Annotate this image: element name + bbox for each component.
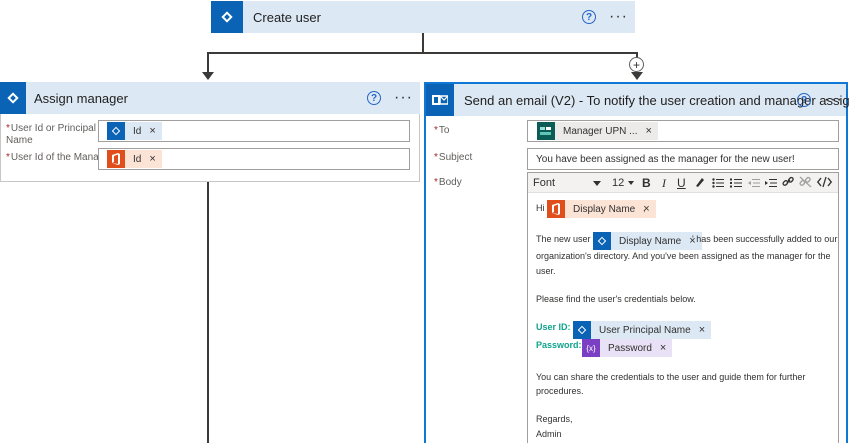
highlight-icon[interactable] [694, 176, 706, 191]
connector-arrow [631, 72, 643, 80]
more-options-button[interactable]: ··· [609, 9, 628, 25]
help-icon[interactable]: ? [797, 93, 811, 107]
remove-token-icon[interactable]: × [149, 153, 155, 165]
subject-field[interactable]: You have been assigned as the manager fo… [527, 148, 839, 170]
subject-value: You have been assigned as the manager fo… [536, 154, 795, 165]
azure-ad-icon [211, 1, 243, 33]
remove-token-icon[interactable]: × [645, 125, 651, 137]
code-view-icon[interactable] [816, 176, 833, 191]
remove-token-icon[interactable]: × [660, 342, 666, 354]
connector-line [207, 52, 209, 72]
create-user-title: Create user [253, 9, 321, 25]
variable-icon: {x} [582, 339, 600, 357]
chevron-down-icon [628, 181, 634, 185]
chevron-down-icon [593, 181, 601, 186]
office-icon [107, 150, 125, 168]
link-icon[interactable] [782, 176, 795, 191]
body-line: organization's directory. And you've bee… [536, 251, 831, 261]
assign-manager-card-header[interactable]: Assign manager [0, 82, 420, 114]
password-token[interactable]: {x} Password × [582, 339, 673, 357]
italic-button[interactable]: I [662, 176, 666, 191]
variable-icon [537, 122, 555, 140]
increase-indent-icon[interactable] [765, 177, 777, 191]
subject-label: *Subject [434, 152, 473, 163]
remove-token-icon[interactable]: × [149, 125, 155, 137]
azure-ad-icon [107, 122, 125, 140]
comma-text: , [643, 203, 646, 213]
bold-button[interactable]: B [642, 176, 651, 190]
help-icon[interactable]: ? [367, 91, 381, 105]
azure-ad-icon [0, 82, 26, 114]
id-token[interactable]: Id × [107, 150, 162, 168]
to-label: *To [434, 125, 450, 136]
connector-line [422, 32, 424, 52]
body-line: Regards, [536, 414, 573, 424]
unlink-icon[interactable] [799, 176, 812, 191]
more-options-button[interactable]: ··· [394, 90, 413, 106]
create-user-card[interactable]: Create user [211, 1, 635, 33]
id-token[interactable]: Id × [107, 122, 162, 140]
connector-line [207, 52, 638, 54]
remove-token-icon[interactable]: × [699, 324, 705, 336]
field-label: *User Id of the Manager [6, 152, 114, 163]
plus-icon: + [632, 57, 640, 72]
password-label: Password: [536, 340, 582, 350]
body-label: *Body [434, 177, 462, 188]
body-line: The new user ' [536, 234, 595, 244]
outlook-icon [426, 84, 454, 116]
body-line: procedures. [536, 386, 584, 396]
add-step-button[interactable]: + [629, 57, 644, 72]
more-options-button[interactable]: ··· [824, 92, 843, 108]
connector-arrow [202, 72, 214, 80]
font-select[interactable]: Font [533, 177, 603, 189]
assign-manager-title: Assign manager [34, 90, 128, 106]
office-icon [547, 200, 565, 218]
field-label: *User Id or Principal Name [6, 123, 96, 146]
connector-line [207, 182, 209, 443]
help-icon[interactable]: ? [582, 10, 596, 24]
body-line: user. [536, 266, 556, 276]
manager-upn-token[interactable]: Manager UPN ... × [537, 122, 658, 140]
font-size-select[interactable]: 12 [612, 177, 634, 189]
body-line: Please find the user's credentials below… [536, 294, 696, 304]
user-id-label: User ID: [536, 322, 571, 332]
body-line: ' has been successfully added to our [692, 234, 838, 244]
send-email-card-header[interactable]: Send an email (V2) - To notify the user … [426, 84, 850, 116]
user-principal-name-token[interactable]: User Principal Name × [573, 321, 712, 339]
body-line: Admin [536, 429, 562, 439]
send-email-title: Send an email (V2) - To notify the user … [464, 92, 850, 108]
decrease-indent-icon[interactable] [748, 177, 760, 191]
display-name-token[interactable]: Display Name × [547, 200, 656, 218]
numbered-list-icon[interactable] [730, 177, 742, 191]
bulleted-list-icon[interactable] [712, 177, 724, 191]
greeting-text: Hi [536, 203, 545, 213]
underline-button[interactable]: U [677, 176, 686, 190]
